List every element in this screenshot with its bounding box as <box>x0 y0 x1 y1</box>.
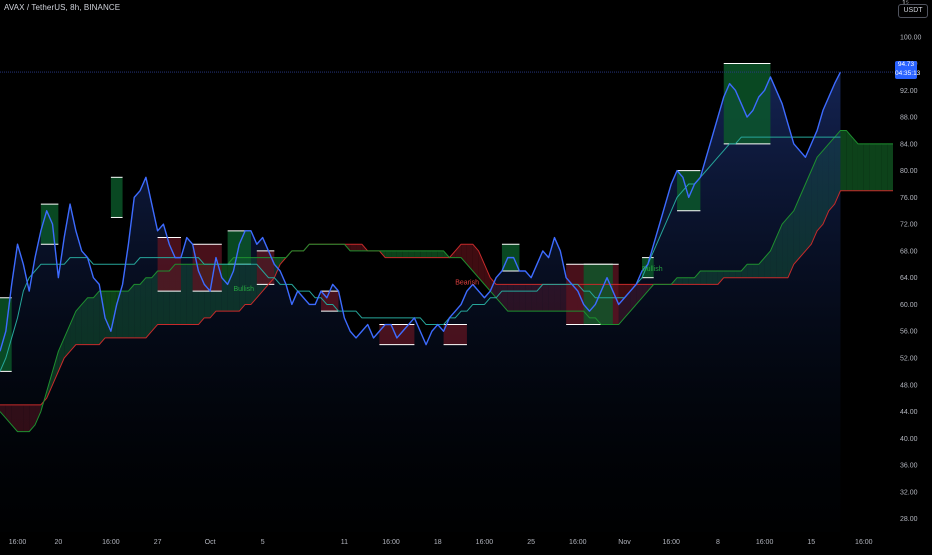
last-price-tag: 94.73 04:35:13 <box>895 61 921 79</box>
chart-area[interactable]: BullishBearishBullish 100.0096.0092.0088… <box>0 0 932 550</box>
y-tick-label: 40.00 <box>900 436 918 443</box>
bullish-box <box>110 177 123 218</box>
currency-badge[interactable]: USDT <box>898 4 928 18</box>
cloud-segment <box>396 250 403 258</box>
cloud-segment <box>881 143 888 191</box>
cloud-segment <box>402 250 409 258</box>
signal-label: Bearish <box>455 279 479 286</box>
cloud-segment <box>887 143 893 191</box>
cloud-segment <box>414 250 421 258</box>
bullish-box <box>227 230 251 265</box>
cloud-segment <box>863 143 870 191</box>
cloud-segment <box>391 250 397 258</box>
y-tick-label: 100.00 <box>900 34 922 41</box>
cloud-segment <box>455 244 462 258</box>
cloud-segment <box>840 130 847 191</box>
bullish-box <box>723 63 771 144</box>
cloud-segment <box>408 250 415 258</box>
y-tick-label: 32.00 <box>900 489 918 496</box>
x-tick-label: 27 <box>154 539 162 546</box>
y-tick-label: 52.00 <box>900 356 918 363</box>
y-tick-label: 28.00 <box>900 516 918 523</box>
cloud-segment <box>385 250 392 258</box>
countdown-timer: 04:35:13 <box>895 69 921 77</box>
x-tick-label: Nov <box>618 539 631 546</box>
y-tick-label: 48.00 <box>900 382 918 389</box>
cloud-segment <box>869 143 876 191</box>
bullish-box <box>0 297 12 372</box>
x-tick-label: 11 <box>341 539 348 546</box>
x-tick-label: 15 <box>807 539 815 546</box>
signal-label: Bullish <box>233 286 254 293</box>
x-tick-label: 20 <box>54 539 62 546</box>
bearish-box <box>379 324 415 345</box>
x-tick-label: 16:00 <box>569 539 587 546</box>
y-tick-label: 44.00 <box>900 409 918 416</box>
cloud-segment <box>875 143 882 191</box>
x-tick-label: 16:00 <box>476 539 494 546</box>
cloud-segment <box>852 137 858 191</box>
y-tick-label: 76.00 <box>900 195 918 202</box>
y-tick-label: 88.00 <box>900 115 918 122</box>
x-tick-label: 16:00 <box>756 539 774 546</box>
cloud-segment <box>437 250 444 258</box>
x-tick-label: 18 <box>434 539 442 546</box>
x-tick-label: 25 <box>527 539 535 546</box>
symbol-title: AVAX / TetherUS, 8h, BINANCE <box>4 3 121 12</box>
bearish-box <box>443 324 467 345</box>
cloud-segment <box>350 244 357 251</box>
ichimoku-chart[interactable]: BullishBearishBullish 100.0096.0092.0088… <box>0 0 932 550</box>
x-tick-label: 16:00 <box>9 539 27 546</box>
cloud-segment <box>857 143 864 191</box>
cloud-segment <box>431 250 438 258</box>
y-tick-label: 36.00 <box>900 463 918 470</box>
x-tick-label: 16:00 <box>662 539 680 546</box>
bearish-box <box>192 244 222 292</box>
y-tick-label: 80.00 <box>900 168 918 175</box>
y-tick-label: 56.00 <box>900 329 918 336</box>
x-tick-label: 16:00 <box>102 539 120 546</box>
y-tick-label: 64.00 <box>900 275 918 282</box>
cloud-segment <box>420 250 427 258</box>
last-price-value: 94.73 <box>897 61 915 68</box>
signal-label: Bullish <box>642 266 663 273</box>
y-tick-label: 60.00 <box>900 302 918 309</box>
bullish-box <box>677 170 701 211</box>
x-tick-label: 16:00 <box>382 539 400 546</box>
cloud-segment <box>426 250 432 258</box>
x-tick-label: 16:00 <box>855 539 873 546</box>
x-tick-label: 8 <box>716 539 720 546</box>
y-tick-label: 68.00 <box>900 248 918 255</box>
cloud-segment <box>356 244 362 251</box>
y-tick-label: 92.00 <box>900 88 918 95</box>
price-area <box>0 72 841 532</box>
x-tick-label: Oct <box>205 539 216 546</box>
x-tick-label: 5 <box>261 539 265 546</box>
y-tick-label: 72.00 <box>900 222 918 229</box>
y-tick-label: 84.00 <box>900 141 918 148</box>
cloud-segment <box>846 130 853 191</box>
